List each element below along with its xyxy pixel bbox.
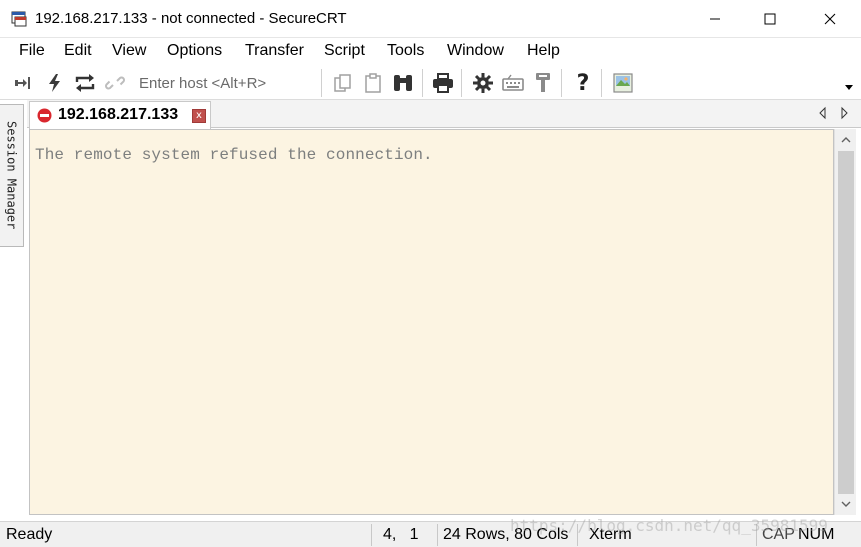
screenshot-icon	[613, 73, 633, 93]
paste-icon	[365, 73, 381, 93]
scroll-down-button[interactable]	[835, 495, 857, 513]
keymap-icon	[502, 74, 524, 91]
toolbar: ?	[0, 65, 861, 100]
help-button[interactable]: ?	[571, 71, 595, 95]
svg-text:?: ?	[577, 72, 590, 94]
menu-window[interactable]: Window	[447, 42, 504, 60]
session-manager-tab[interactable]: Session Manager	[0, 104, 24, 247]
toolbar-separator	[601, 69, 602, 97]
session-tab-label: 192.168.217.133	[58, 106, 179, 123]
menu-edit[interactable]: Edit	[64, 42, 92, 60]
print-button[interactable]	[431, 71, 455, 95]
minimize-button[interactable]	[692, 0, 738, 38]
cursor-position: 4, 1	[383, 526, 419, 543]
status-divider	[756, 524, 757, 546]
scroll-up-button[interactable]	[835, 131, 857, 149]
status-divider	[371, 524, 372, 546]
terminal-size: 24 Rows, 80 Cols	[443, 526, 569, 543]
terminal-line: The remote system refused the connection…	[35, 146, 433, 164]
settings-icon	[473, 73, 493, 93]
sftp-button[interactable]	[531, 71, 555, 95]
scroll-up-icon	[841, 137, 851, 143]
host-input[interactable]	[131, 71, 311, 95]
menu-help[interactable]: Help	[527, 42, 560, 60]
title-bar: 192.168.217.133 - not connected - Secure…	[0, 0, 861, 38]
find-icon	[394, 75, 412, 91]
minimize-icon	[710, 18, 720, 20]
menu-transfer[interactable]: Transfer	[245, 42, 304, 60]
status-divider	[437, 524, 438, 546]
menu-script[interactable]: Script	[324, 42, 365, 60]
close-window-button[interactable]	[807, 0, 853, 38]
copy-icon	[334, 74, 351, 92]
settings-button[interactable]	[471, 71, 495, 95]
terminal-screen[interactable]: The remote system refused the connection…	[29, 129, 834, 515]
tab-scroll-left-icon[interactable]	[817, 106, 829, 120]
scroll-down-icon	[841, 501, 851, 507]
securecrt-app-icon	[11, 11, 27, 27]
window-title: 192.168.217.133 - not connected - Secure…	[35, 10, 347, 27]
menu-tools[interactable]: Tools	[387, 42, 424, 60]
connect-icon	[15, 77, 30, 89]
find-button[interactable]	[391, 71, 415, 95]
terminal-scrollbar[interactable]	[834, 129, 856, 515]
disconnect-button[interactable]	[103, 71, 127, 95]
tab-scroll-right-icon[interactable]	[838, 106, 850, 120]
maximize-icon	[764, 13, 776, 25]
copy-button[interactable]	[331, 71, 355, 95]
toolbar-separator	[321, 69, 322, 97]
menu-file[interactable]: File	[19, 42, 45, 60]
session-tab[interactable]: 192.168.217.133 x	[29, 101, 211, 129]
print-icon	[433, 73, 453, 93]
paste-button[interactable]	[361, 71, 385, 95]
maximize-button[interactable]	[747, 0, 793, 38]
sftp-icon	[536, 73, 550, 92]
toolbar-overflow-icon[interactable]	[845, 85, 853, 91]
help-icon: ?	[577, 72, 590, 94]
status-divider	[577, 524, 578, 546]
session-tab-strip: 192.168.217.133 x	[27, 100, 861, 129]
status-bar: Ready 4, 1 24 Rows, 80 Cols Xterm CAP NU…	[0, 521, 861, 547]
disconnected-status-icon	[37, 108, 52, 123]
toolbar-separator	[422, 69, 423, 97]
session-manager-label: Session Manager	[4, 121, 19, 230]
num-lock-indicator: NUM	[798, 526, 835, 543]
toolbar-separator	[561, 69, 562, 97]
caps-lock-indicator: CAP	[762, 526, 795, 543]
menu-bar: File Edit View Options Transfer Script T…	[0, 38, 861, 65]
scroll-thumb[interactable]	[838, 151, 854, 494]
status-text: Ready	[6, 526, 53, 543]
menu-options[interactable]: Options	[167, 42, 222, 60]
disconnect-icon	[105, 76, 125, 90]
emulation-type: Xterm	[589, 526, 632, 543]
close-icon	[824, 13, 836, 25]
quick-connect-icon	[49, 74, 60, 92]
keymap-button[interactable]	[501, 71, 525, 95]
quick-connect-button[interactable]	[43, 71, 67, 95]
connect-button[interactable]	[12, 71, 36, 95]
toolbar-separator	[461, 69, 462, 97]
menu-view[interactable]: View	[112, 42, 146, 60]
reconnect-button[interactable]	[73, 71, 97, 95]
close-tab-button[interactable]: x	[192, 109, 206, 123]
screenshot-button[interactable]	[611, 71, 635, 95]
reconnect-icon	[75, 74, 95, 92]
